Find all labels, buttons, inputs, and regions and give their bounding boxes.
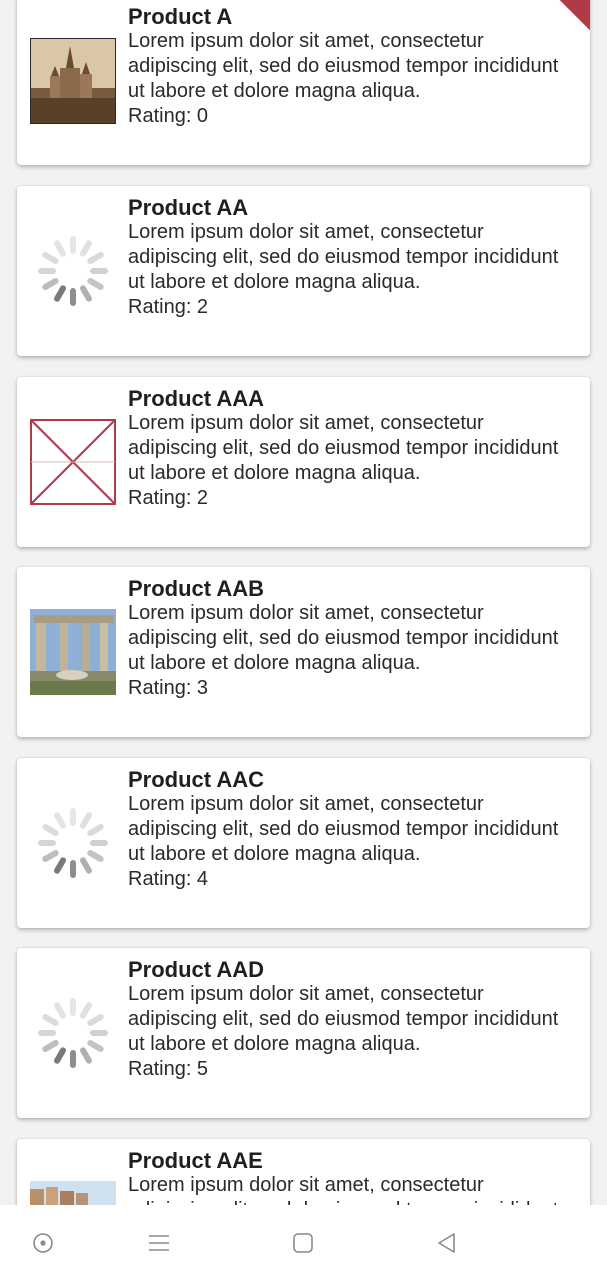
product-description: Lorem ipsum dolor sit amet, consectetur … (128, 221, 559, 293)
loading-spinner-icon (30, 228, 116, 314)
menu-lines-icon[interactable] (139, 1223, 179, 1263)
product-rating: Rating: 5 (128, 1058, 209, 1080)
product-title: Product A (128, 4, 233, 29)
product-list[interactable]: Product A Lorem ipsum dolor sit amet, co… (0, 0, 607, 1205)
product-title: Product AAD (128, 957, 265, 982)
product-card[interactable]: Product AAE Lorem ipsum dolor sit amet, … (17, 1139, 590, 1205)
product-description: Lorem ipsum dolor sit amet, consectetur … (128, 983, 559, 1055)
product-rating: Rating: 2 (128, 487, 209, 509)
assistant-circle-icon[interactable] (23, 1223, 63, 1263)
product-title: Product AAE (128, 1148, 263, 1173)
product-card[interactable]: Product AAC Lorem ipsum dolor sit amet, … (17, 758, 590, 928)
product-description: Lorem ipsum dolor sit amet, consectetur … (128, 412, 559, 484)
product-image-buildings (30, 1181, 116, 1205)
product-rating: Rating: 3 (128, 677, 209, 699)
product-title: Product AAA (128, 386, 265, 411)
back-triangle-icon[interactable] (427, 1223, 467, 1263)
loading-spinner-icon (30, 800, 116, 886)
product-description: Lorem ipsum dolor sit amet, consectetur … (128, 30, 559, 102)
product-rating: Rating: 2 (128, 296, 209, 318)
product-description: Lorem ipsum dolor sit amet, consectetur … (128, 1174, 558, 1205)
product-rating: Rating: 4 (128, 868, 209, 890)
product-rating: Rating: 0 (128, 105, 209, 127)
loading-spinner-icon (30, 990, 116, 1076)
product-image-castle (30, 38, 116, 124)
home-square-icon[interactable] (283, 1223, 323, 1263)
product-card[interactable]: Product AA Lorem ipsum dolor sit amet, c… (17, 186, 590, 356)
product-card[interactable]: Product AAB Lorem ipsum dolor sit amet, … (17, 567, 590, 737)
broken-image-icon (30, 419, 116, 505)
product-title: Product AA (128, 195, 249, 220)
product-title: Product AAC (128, 767, 265, 792)
product-card[interactable]: Product A Lorem ipsum dolor sit amet, co… (17, 0, 590, 165)
product-description: Lorem ipsum dolor sit amet, consectetur … (128, 602, 559, 674)
system-navigation-bar (0, 1205, 607, 1280)
product-title: Product AAB (128, 576, 265, 601)
product-image-ruins (30, 609, 116, 695)
product-description: Lorem ipsum dolor sit amet, consectetur … (128, 793, 559, 865)
product-card[interactable]: Product AAA Lorem ipsum dolor sit amet, … (17, 377, 590, 547)
product-card[interactable]: Product AAD Lorem ipsum dolor sit amet, … (17, 948, 590, 1118)
